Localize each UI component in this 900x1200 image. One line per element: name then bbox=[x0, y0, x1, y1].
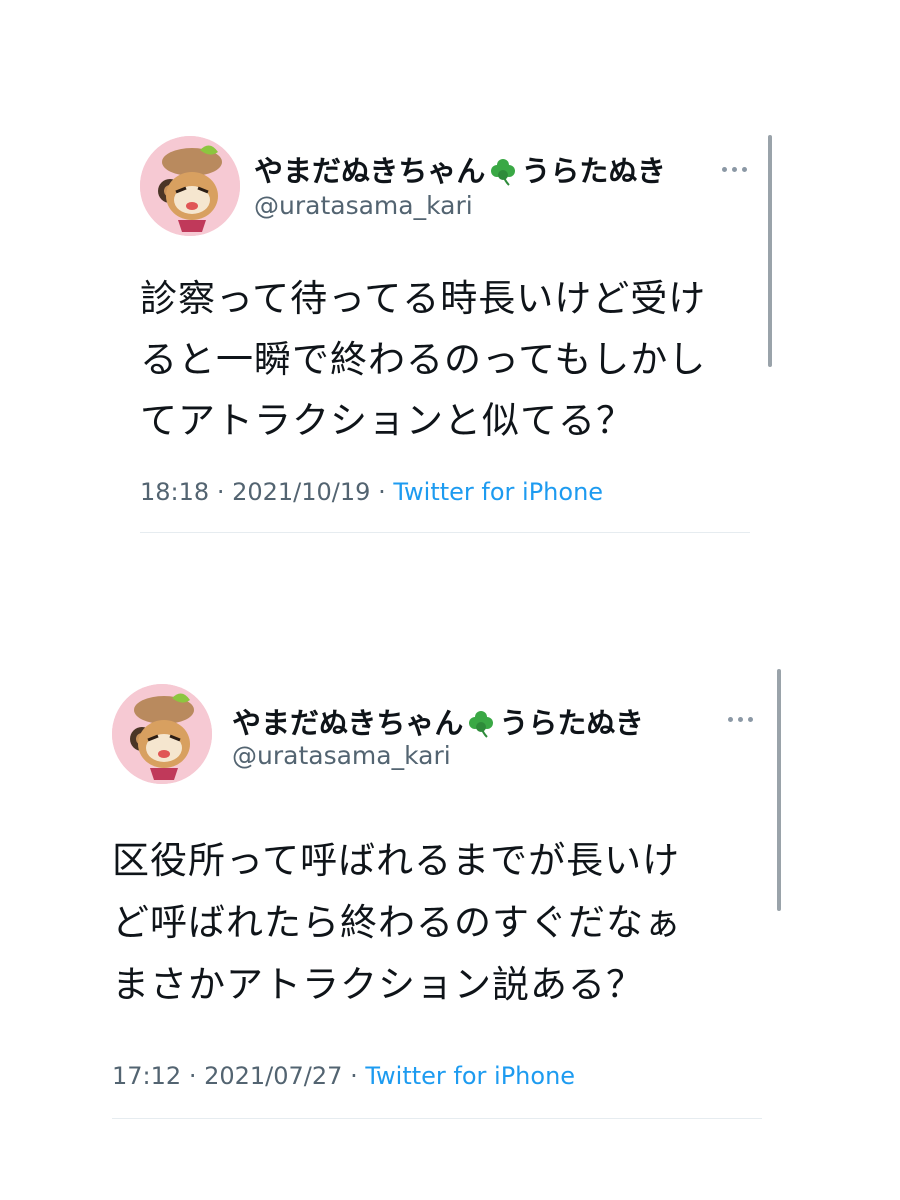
divider bbox=[140, 532, 750, 533]
raccoon-avatar-icon bbox=[140, 136, 240, 236]
meta-separator: · bbox=[350, 1062, 358, 1090]
display-name-suffix: うらたぬき bbox=[499, 706, 644, 740]
tweet-date[interactable]: 2021/10/19 bbox=[232, 478, 370, 506]
display-name-text: やまだぬきちゃん bbox=[254, 154, 486, 188]
tweet-meta: 17:12 · 2021/07/27 · Twitter for iPhone bbox=[112, 1062, 575, 1090]
meta-separator: · bbox=[216, 478, 225, 506]
display-name-suffix: うらたぬき bbox=[521, 154, 666, 188]
user-handle[interactable]: @uratasama_kari bbox=[254, 191, 473, 220]
avatar[interactable] bbox=[112, 684, 212, 784]
more-options-icon[interactable] bbox=[720, 162, 750, 176]
tweet-text-line: てアトラクションと似てる？ bbox=[140, 399, 634, 442]
tweet-text: 区役所って呼ばれるまでが長いけ ど呼ばれたら終わるのすぐだなぁ まさかアトラクシ… bbox=[112, 830, 682, 1016]
clover-icon bbox=[487, 155, 519, 187]
tweet-card[interactable]: やまだぬきちゃん うらたぬき @uratasama_kari 区役所って呼ばれるま… bbox=[112, 668, 792, 1128]
meta-separator: · bbox=[378, 478, 386, 506]
avatar[interactable] bbox=[140, 136, 240, 236]
display-name-text: やまだぬきちゃん bbox=[232, 706, 464, 740]
raccoon-avatar-icon bbox=[112, 684, 212, 784]
scrollbar[interactable] bbox=[768, 135, 772, 367]
divider bbox=[112, 1118, 762, 1119]
meta-separator: · bbox=[188, 1062, 197, 1090]
tweet-text: 診察って待ってる時長いけど受け ると一瞬で終わるのってもしかし てアトラクション… bbox=[140, 268, 706, 451]
tweet-date[interactable]: 2021/07/27 bbox=[204, 1062, 342, 1090]
tweet-card[interactable]: やまだぬきちゃん うらたぬき @uratasama_kari 診察って待ってる時長… bbox=[140, 128, 780, 568]
display-name[interactable]: やまだぬきちゃん うらたぬき bbox=[232, 700, 644, 742]
display-name[interactable]: やまだぬきちゃん うらたぬき bbox=[254, 148, 666, 190]
tweet-time[interactable]: 18:18 bbox=[140, 478, 209, 506]
scrollbar[interactable] bbox=[777, 669, 781, 911]
tweet-meta: 18:18 · 2021/10/19 · Twitter for iPhone bbox=[140, 478, 603, 506]
tweet-source-link[interactable]: Twitter for iPhone bbox=[393, 478, 603, 506]
tweet-text-line: まさかアトラクション説ある？ bbox=[112, 963, 644, 1006]
tweet-text-line: 診察って待ってる時長いけど受け bbox=[140, 277, 707, 320]
tweet-text-line: ると一瞬で終わるのってもしかし bbox=[140, 338, 707, 381]
tweet-text-line: ど呼ばれたら終わるのすぐだなぁ bbox=[112, 901, 682, 944]
tweet-time[interactable]: 17:12 bbox=[112, 1062, 181, 1090]
tweet-text-line: 区役所って呼ばれるまでが長いけ bbox=[112, 839, 681, 882]
cropped-text-fragment: ーーーーーーーーーー bbox=[140, 549, 580, 563]
user-handle[interactable]: @uratasama_kari bbox=[232, 741, 451, 770]
tweet-source-link[interactable]: Twitter for iPhone bbox=[365, 1062, 575, 1090]
clover-icon bbox=[465, 707, 497, 739]
more-options-icon[interactable] bbox=[726, 712, 756, 726]
